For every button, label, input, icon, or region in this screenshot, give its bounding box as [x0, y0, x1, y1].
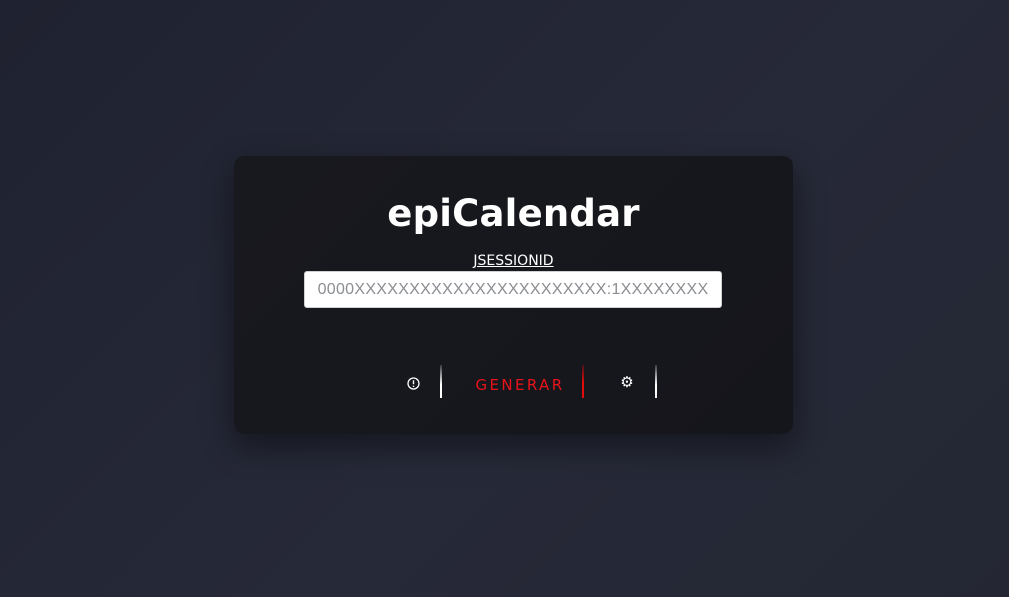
generate-button[interactable]: GENERAR: [468, 373, 572, 397]
divider-right: [655, 365, 657, 398]
action-bar: GENERAR ⚙: [234, 365, 793, 399]
info-circle-icon: [406, 376, 420, 390]
divider-red: [582, 365, 584, 398]
gear-icon: ⚙: [620, 374, 634, 391]
settings-button[interactable]: ⚙: [614, 372, 640, 394]
main-card: epiCalendar JSESSIONID GENERAR ⚙: [234, 156, 793, 434]
info-button[interactable]: [398, 372, 428, 394]
jsessionid-label: JSESSIONID: [473, 253, 554, 269]
jsessionid-input[interactable]: [304, 271, 722, 308]
app-title: epiCalendar: [387, 192, 640, 235]
divider-left: [440, 365, 442, 398]
